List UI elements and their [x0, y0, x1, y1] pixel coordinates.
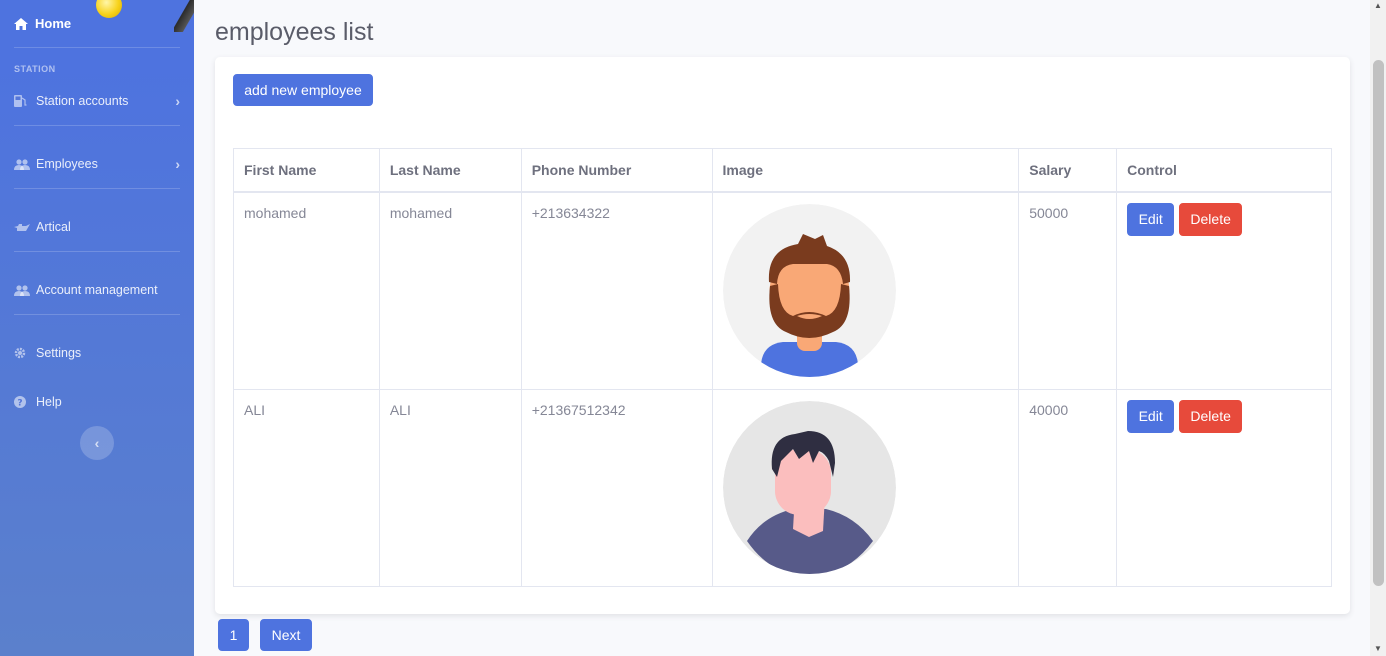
cell-control: Edit Delete — [1116, 388, 1332, 587]
column-header-salary: Salary — [1018, 148, 1118, 193]
sidebar-divider — [14, 47, 180, 48]
edit-button[interactable]: Edit — [1127, 202, 1175, 236]
next-page-button[interactable]: Next — [260, 619, 312, 651]
cell-control: Edit Delete — [1116, 191, 1332, 390]
sidebar-divider — [14, 188, 180, 189]
sidebar-item-account-management[interactable]: Account management — [14, 279, 180, 301]
sidebar: Home STATION Station accounts › Employee… — [0, 0, 194, 656]
sidebar-item-label: Station accounts — [36, 94, 129, 108]
cell-last-name: ALI — [378, 388, 522, 587]
table-header-row: First Name Last Name Phone Number Image … — [233, 148, 1332, 193]
cell-salary: 50000 — [1018, 191, 1118, 390]
scrollbar-thumb[interactable] — [1373, 60, 1384, 586]
page-title: employees list — [215, 18, 374, 46]
sidebar-item-station-accounts[interactable]: Station accounts › — [14, 90, 180, 112]
gas-pump-icon — [14, 95, 32, 107]
page-1-button[interactable]: 1 — [218, 619, 249, 651]
chevron-left-icon: ‹ — [94, 435, 100, 451]
sidebar-item-label: Account management — [36, 283, 158, 297]
delete-button[interactable]: Delete — [1179, 399, 1243, 433]
lightbulb-logo — [96, 0, 122, 18]
sidebar-item-label: Home — [35, 16, 72, 31]
cell-first-name: mohamed — [233, 191, 380, 390]
chevron-right-icon: › — [175, 156, 180, 172]
oil-can-icon — [14, 221, 32, 233]
chevron-right-icon: › — [175, 93, 180, 109]
column-header-last-name: Last Name — [378, 148, 522, 193]
column-header-phone: Phone Number — [520, 148, 713, 193]
sidebar-brand: Home — [0, 0, 194, 48]
svg-text:?: ? — [17, 398, 22, 408]
sidebar-divider — [14, 251, 180, 252]
table-row: mohamed mohamed +213634322 50000 Edit De… — [233, 191, 1332, 390]
users-icon — [14, 284, 32, 296]
column-header-image: Image — [711, 148, 1020, 193]
decorative-corner — [174, 0, 194, 32]
scroll-down-arrow-icon[interactable]: ▼ — [1373, 645, 1383, 653]
sidebar-item-employees[interactable]: Employees › — [14, 153, 180, 175]
sidebar-toggle-button[interactable]: ‹ — [80, 426, 114, 460]
sidebar-item-label: Employees — [36, 157, 98, 171]
sidebar-item-home[interactable]: Home — [14, 16, 71, 31]
sidebar-item-label: Artical — [36, 220, 71, 234]
delete-button[interactable]: Delete — [1179, 202, 1243, 236]
sidebar-item-artical[interactable]: Artical — [14, 216, 180, 238]
question-circle-icon: ? — [14, 396, 32, 408]
edit-button[interactable]: Edit — [1127, 399, 1175, 433]
cell-phone: +21367512342 — [520, 388, 713, 587]
gear-icon — [14, 347, 32, 359]
sidebar-item-label: Settings — [36, 346, 82, 360]
sidebar-divider — [14, 314, 180, 315]
users-icon — [14, 158, 32, 170]
sidebar-divider — [14, 125, 180, 126]
add-employee-button[interactable]: add new employee — [233, 74, 373, 106]
cell-image — [711, 191, 1020, 390]
dark-haired-person-avatar — [722, 400, 896, 574]
sidebar-item-label: Help — [36, 395, 62, 409]
table-row: ALI ALI +21367512342 40000 Edit Delete — [233, 388, 1332, 587]
bearded-man-avatar — [722, 203, 896, 377]
column-header-control: Control — [1116, 148, 1332, 193]
column-header-first-name: First Name — [233, 148, 380, 193]
sidebar-item-settings[interactable]: Settings — [14, 342, 180, 364]
home-icon — [14, 17, 28, 30]
cell-last-name: mohamed — [378, 191, 522, 390]
employees-card: add new employee First Name Last Name Ph… — [215, 57, 1350, 614]
cell-salary: 40000 — [1018, 388, 1118, 587]
cell-phone: +213634322 — [520, 191, 713, 390]
employees-table: First Name Last Name Phone Number Image … — [233, 148, 1332, 587]
sidebar-heading: STATION — [14, 64, 56, 74]
scroll-up-arrow-icon[interactable]: ▲ — [1373, 2, 1383, 10]
sidebar-item-help[interactable]: ? Help — [14, 391, 180, 413]
cell-image — [711, 388, 1020, 587]
cell-first-name: ALI — [233, 388, 380, 587]
